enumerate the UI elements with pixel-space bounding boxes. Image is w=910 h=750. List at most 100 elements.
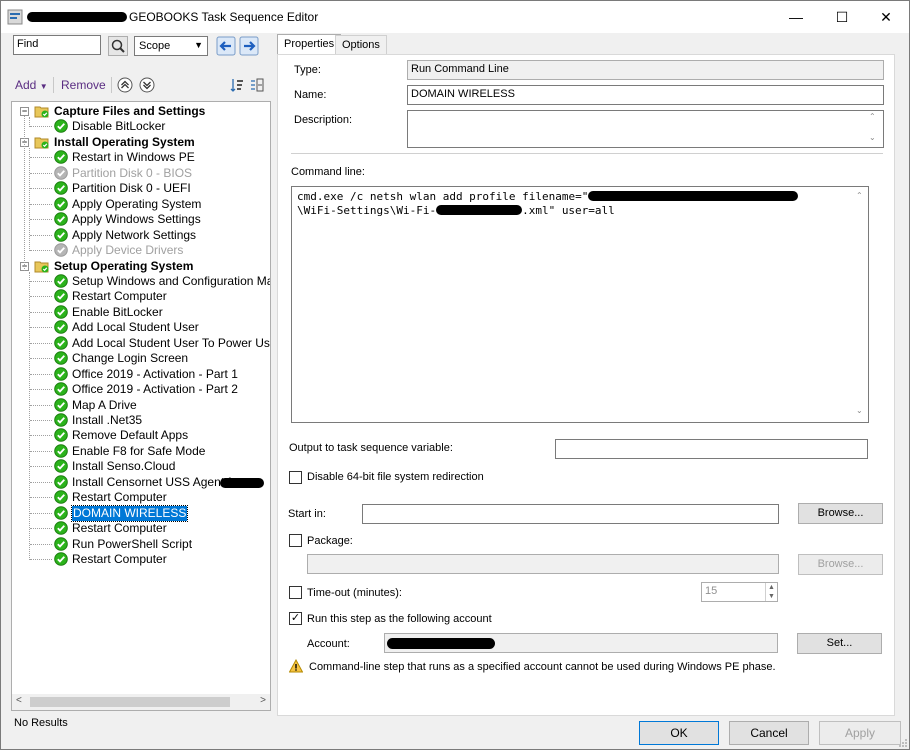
check-icon — [54, 289, 68, 304]
description-field[interactable] — [407, 110, 884, 148]
scope-value: Scope — [139, 40, 171, 52]
previous-match-button[interactable] — [216, 36, 236, 56]
tree-connector — [30, 528, 52, 530]
task-sequence-tree[interactable]: − Capture Files and Settings Disable BitLo… — [11, 101, 271, 711]
package-label: Package: — [307, 535, 353, 547]
tree-group-label: Setup Operating System — [54, 258, 194, 273]
tree-connector — [30, 188, 52, 190]
timeout-checkbox[interactable] — [289, 586, 302, 599]
command-line-row-1: cmd.exe /c netsh wlan add profile filena… — [297, 190, 863, 204]
tab-options[interactable]: Options — [335, 35, 387, 56]
disable-64bit-checkbox[interactable] — [289, 471, 302, 484]
close-button[interactable]: ✕ — [863, 1, 909, 33]
scroll-left-icon[interactable]: < — [16, 695, 22, 706]
tree-connector — [30, 512, 52, 514]
name-field[interactable]: DOMAIN WIRELESS — [407, 85, 884, 105]
window-title: GEOBOOKS Task Sequence Editor — [129, 10, 319, 24]
description-label: Description: — [294, 114, 353, 126]
package-field — [307, 554, 779, 574]
run-as-account-label: Run this step as the following account — [307, 613, 492, 625]
spinner-arrows[interactable]: ▲ ▼ — [765, 583, 777, 601]
scope-dropdown[interactable]: Scope ▼ — [134, 36, 208, 56]
command-line-field[interactable]: cmd.exe /c netsh wlan add profile filena… — [291, 186, 869, 423]
scroll-down-icon[interactable]: ⌄ — [869, 133, 907, 142]
move-up-icon[interactable] — [117, 77, 133, 93]
check-icon — [54, 521, 68, 535]
tree-step-label: Restart Computer — [72, 289, 167, 304]
check-icon — [54, 413, 68, 427]
tree-horizontal-scrollbar[interactable]: < > — [11, 694, 271, 711]
check-icon — [54, 366, 68, 381]
check-icon — [54, 181, 68, 196]
maximize-button[interactable]: ☐ — [819, 1, 865, 33]
start-in-browse-button[interactable]: Browse... — [798, 503, 883, 524]
minimize-button[interactable]: — — [773, 1, 819, 33]
tree-step-label: Restart Computer — [72, 490, 167, 505]
scroll-up-icon[interactable]: ⌃ — [869, 112, 907, 121]
resize-grip-icon[interactable] — [898, 738, 908, 748]
app-icon — [7, 9, 23, 25]
scroll-thumb[interactable] — [30, 697, 230, 707]
name-label: Name: — [294, 89, 327, 101]
tree-step-label: Install Senso.Cloud — [72, 459, 176, 474]
start-in-field[interactable] — [362, 504, 779, 524]
command-line-label: Command line: — [291, 166, 365, 178]
folder-check-icon — [34, 106, 49, 118]
set-account-button[interactable]: Set... — [797, 633, 882, 654]
check-icon — [54, 227, 68, 242]
collapse-all-icon[interactable] — [249, 77, 265, 93]
tree-step-label: Apply Windows Settings — [72, 212, 201, 227]
tree-connector — [30, 559, 52, 561]
tree-step-label: Office 2019 - Activation - Part 1 — [72, 366, 238, 381]
remove-button[interactable]: Remove — [61, 78, 106, 92]
cancel-button[interactable]: Cancel — [729, 721, 809, 745]
folder-check-icon — [34, 137, 49, 149]
timeout-spinner[interactable]: 15 ▲ ▼ — [701, 582, 778, 602]
spin-down-icon[interactable]: ▼ — [766, 592, 777, 601]
package-browse-button[interactable]: Browse... — [798, 554, 883, 575]
tree-connector — [30, 296, 52, 298]
tree-step-label: Add Local Student User To Power Users — [72, 335, 271, 350]
find-input[interactable]: Find — [13, 35, 101, 55]
add-menu-button[interactable]: Add ▼ — [15, 78, 48, 92]
tree-connector — [30, 497, 52, 499]
tree-step-label: Enable BitLocker — [72, 304, 163, 319]
tree-step-label: Apply Device Drivers — [72, 243, 184, 258]
tree-connector — [30, 450, 52, 452]
move-down-icon[interactable] — [139, 77, 155, 93]
package-checkbox[interactable] — [289, 534, 302, 547]
tree-connector — [30, 373, 52, 375]
command-text-2a: \WiFi-Settings\Wi-Fi- — [297, 204, 437, 217]
scroll-down-icon[interactable]: ⌄ — [856, 406, 907, 415]
ok-button[interactable]: OK — [639, 721, 719, 745]
tree-step-label: Setup Windows and Configuration Manager — [72, 273, 270, 288]
toolbar-divider — [111, 77, 112, 93]
scroll-up-icon[interactable]: ⌃ — [856, 191, 907, 200]
command-text-2b: .xml" user=all — [522, 204, 615, 217]
tree-step-label: Install .Net35 — [72, 413, 143, 427]
tree-step-label: Office 2019 - Activation - Part 2 — [72, 382, 238, 397]
sort-icon[interactable] — [229, 77, 245, 93]
run-as-account-checkbox[interactable]: ✓ — [289, 612, 302, 625]
scroll-right-icon[interactable]: > — [260, 695, 266, 706]
tree-step-label: Install Censornet USS Agent for — [72, 474, 242, 489]
check-icon — [54, 444, 68, 458]
type-label: Type: — [294, 64, 321, 76]
spin-up-icon[interactable]: ▲ — [766, 583, 777, 592]
check-icon — [54, 459, 68, 474]
disabled-check-icon — [54, 243, 68, 257]
search-button[interactable] — [108, 36, 128, 56]
arrow-left-icon — [216, 36, 236, 56]
tree-connector — [30, 219, 52, 221]
tree-step-label: Remove Default Apps — [72, 428, 189, 443]
tree-step-label: Restart Computer — [72, 521, 167, 536]
output-variable-field[interactable] — [555, 439, 868, 459]
apply-button[interactable]: Apply — [819, 721, 901, 745]
collapse-icon[interactable]: − — [20, 107, 29, 116]
tree-step-label: Disable BitLocker — [72, 119, 166, 134]
redacted-org-name — [220, 477, 264, 488]
next-match-button[interactable] — [239, 36, 259, 56]
tree-connector — [30, 466, 52, 468]
tree-step-label: Apply Operating System — [72, 196, 202, 211]
check-icon — [54, 196, 68, 211]
